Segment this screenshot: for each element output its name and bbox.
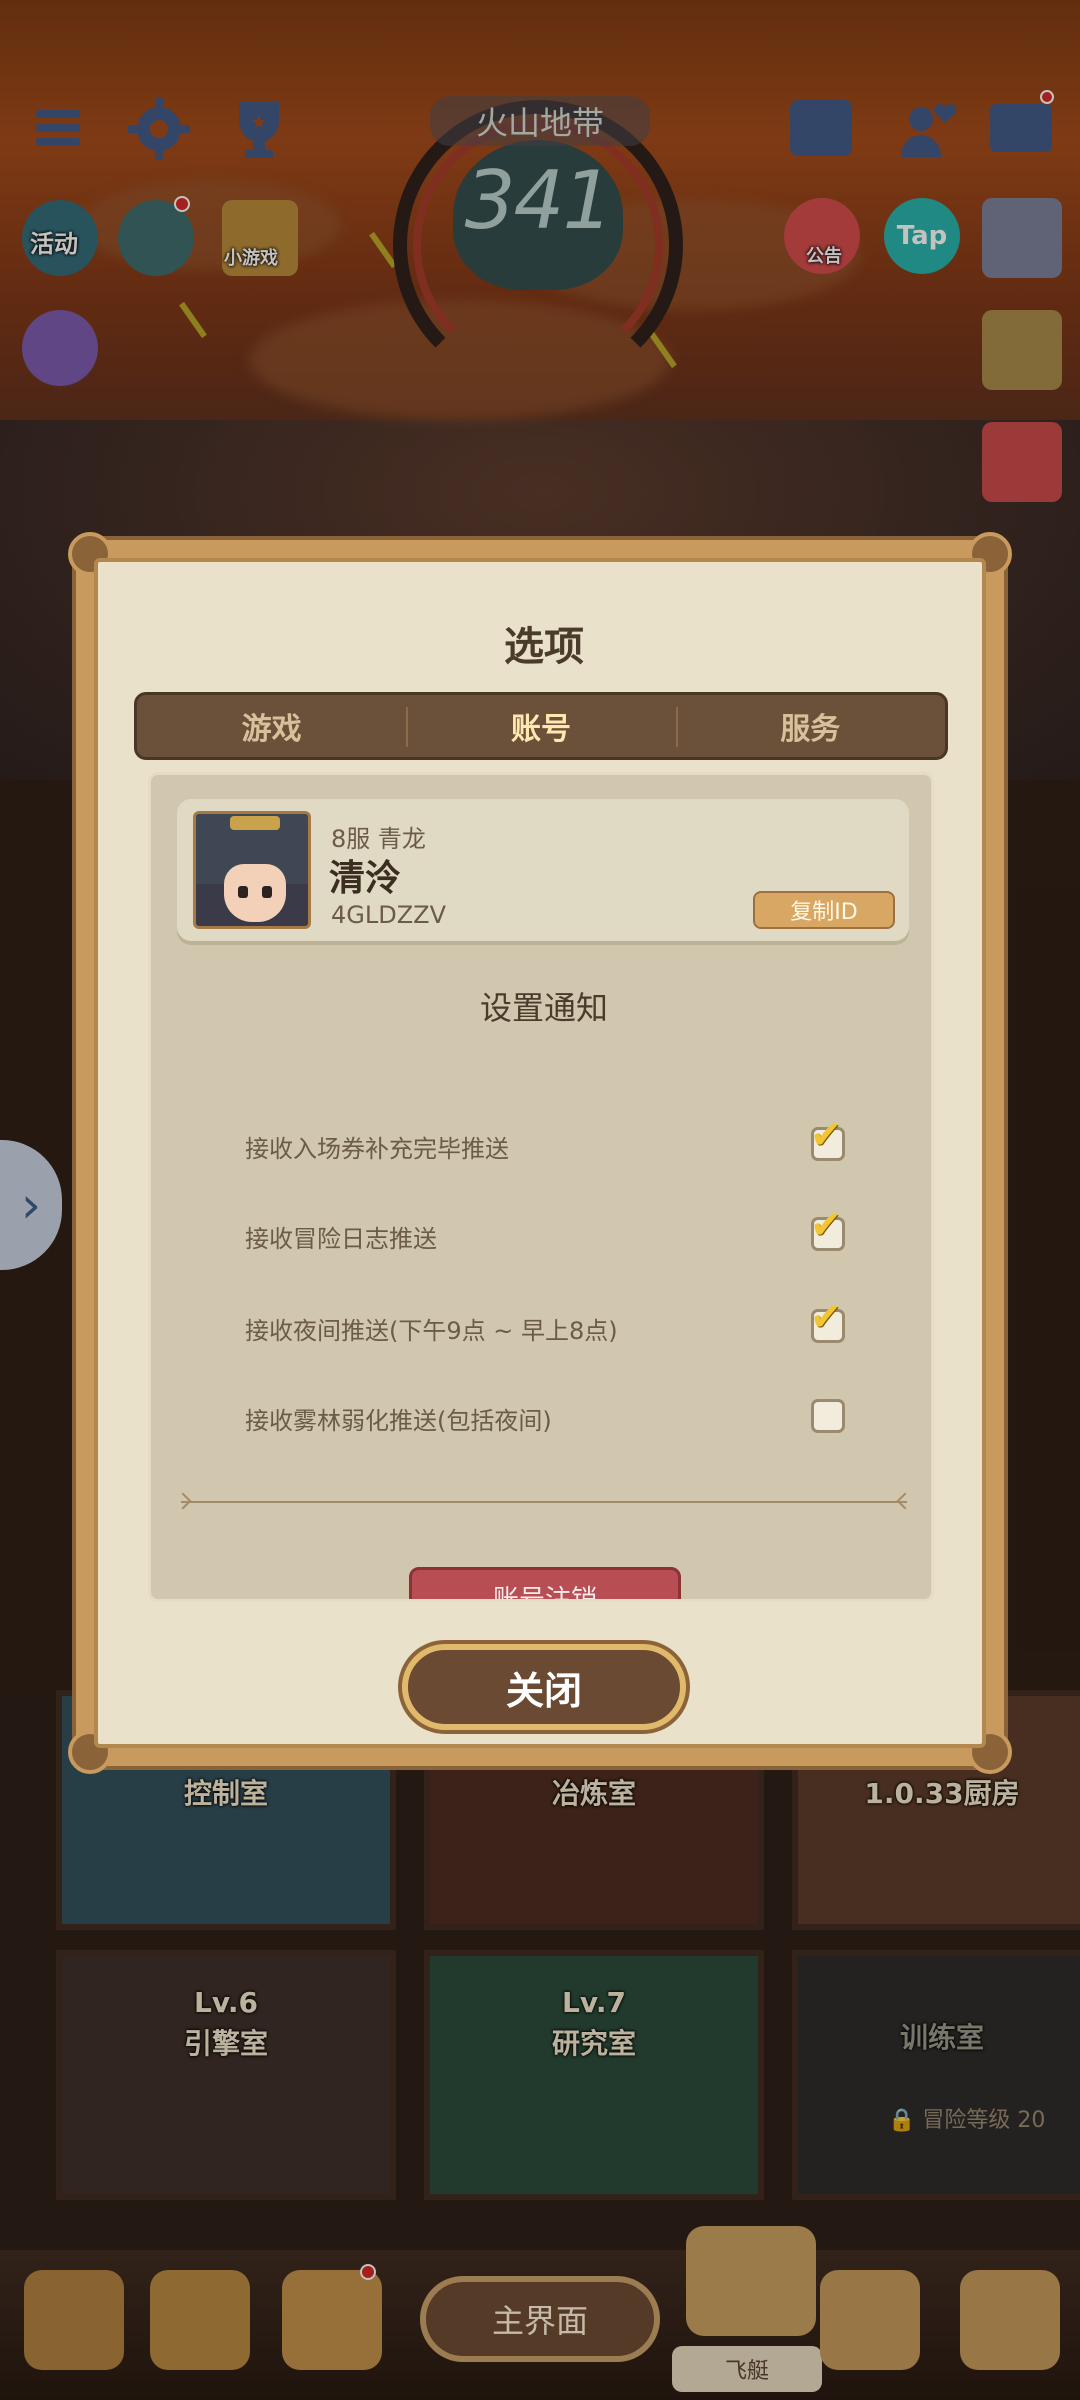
delete-account-label: 账号注销	[492, 1584, 597, 1602]
profile-card: 8服 青龙 清泠 4GLDZZV 复制ID	[177, 799, 909, 941]
avatar	[193, 811, 311, 929]
dialog-title: 选项	[504, 624, 584, 670]
notify-adventure-log-label: 接收冒险日志推送	[245, 1225, 437, 1253]
notify-fog-forest-label: 接收雾林弱化推送(包括夜间)	[245, 1407, 552, 1435]
tab-game[interactable]: 游戏	[137, 695, 406, 757]
checkmark-icon: ✔	[810, 1295, 842, 1339]
notify-fog-forest-checkbox[interactable]	[811, 1399, 845, 1433]
notify-night-label: 接收夜间推送(下午9点 ~ 早上8点)	[245, 1317, 618, 1345]
notify-adventure-log-row: 接收冒险日志推送 ✔	[245, 1206, 845, 1261]
copy-id-button[interactable]: 复制ID	[753, 891, 895, 929]
player-name: 清泠	[329, 858, 402, 899]
dialog-body: 选项 游戏 账号 服务 8服 青龙 清泠 4GLDZZV 复制ID 设置通知 接…	[94, 558, 986, 1748]
divider	[181, 1501, 907, 1503]
notify-night-checkbox[interactable]: ✔	[810, 1298, 845, 1343]
delete-account-button[interactable]: 账号注销	[409, 1567, 681, 1602]
options-dialog: 选项 游戏 账号 服务 8服 青龙 清泠 4GLDZZV 复制ID 设置通知 接…	[68, 532, 1012, 1774]
checkmark-icon: ✔	[810, 1203, 842, 1247]
notify-night-row: 接收夜间推送(下午9点 ~ 早上8点) ✔	[245, 1298, 845, 1353]
close-button[interactable]: 关闭	[402, 1644, 686, 1730]
tab-account[interactable]: 账号	[406, 695, 675, 757]
notify-ticket-row: 接收入场券补充完毕推送 ✔	[245, 1116, 845, 1171]
player-id: 4GLDZZV	[331, 901, 447, 929]
tab-service[interactable]: 服务	[675, 695, 945, 757]
notify-adventure-log-checkbox[interactable]: ✔	[810, 1206, 845, 1251]
checkmark-icon: ✔	[810, 1113, 842, 1157]
notify-ticket-label: 接收入场券补充完毕推送	[245, 1135, 509, 1163]
copy-id-label: 复制ID	[790, 900, 858, 925]
account-panel: 8服 青龙 清泠 4GLDZZV 复制ID 设置通知 接收入场券补充完毕推送 ✔…	[148, 772, 934, 1602]
options-tabs: 游戏 账号 服务	[134, 692, 948, 760]
notify-fog-forest-row: 接收雾林弱化推送(包括夜间)	[245, 1393, 845, 1443]
close-label: 关闭	[505, 1668, 582, 1713]
notification-settings-title: 设置通知	[479, 989, 608, 1027]
notify-ticket-checkbox[interactable]: ✔	[810, 1116, 845, 1161]
